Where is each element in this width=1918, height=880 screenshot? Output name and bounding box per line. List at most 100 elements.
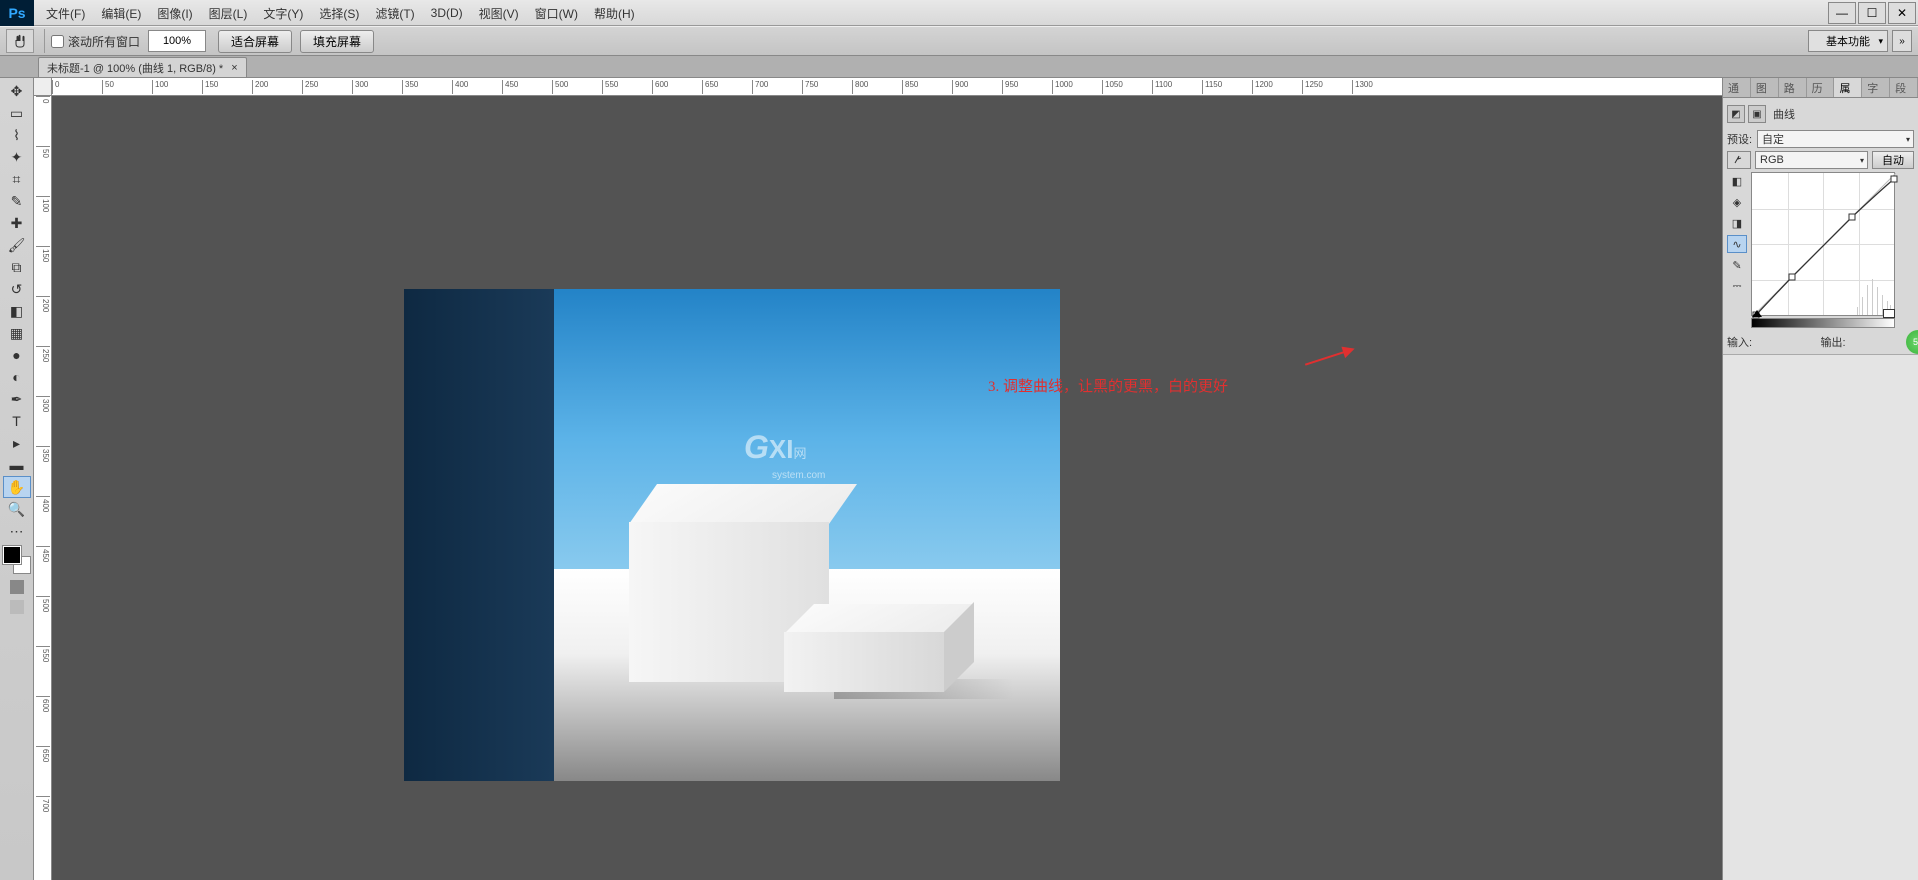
zoom-tool[interactable]: 🔍 [3,498,31,520]
current-tool-icon[interactable] [6,29,34,53]
menu-file[interactable]: 文件(F) [38,5,93,22]
vertical-ruler[interactable]: 0501001502002503003504004505005506006507… [34,96,52,880]
tab-paths[interactable]: 路径 [1779,78,1807,97]
tab-paragraph[interactable]: 段落 [1890,78,1918,97]
annotation-arrow [1305,348,1353,365]
heal-tool[interactable]: ✚ [3,212,31,234]
screenmode-toggle[interactable] [10,600,24,614]
edit-toolbar[interactable]: ⋯ [3,520,31,542]
menu-filter[interactable]: 滤镜(T) [367,5,422,22]
tab-channels[interactable]: 通道 [1723,78,1751,97]
white-slider[interactable] [1884,310,1894,317]
scroll-all-check[interactable] [51,35,64,48]
menu-edit[interactable]: 编辑(E) [93,5,149,22]
menu-select[interactable]: 选择(S) [311,5,367,22]
mask-icon[interactable]: ▣ [1748,105,1766,123]
fit-screen-button[interactable]: 适合屏幕 [218,30,292,53]
menu-image[interactable]: 图像(I) [149,5,200,22]
document-tab[interactable]: 未标题-1 @ 100% (曲线 1, RGB/8) * × [38,57,247,77]
app-logo: Ps [0,0,34,26]
document-canvas[interactable]: GXI网 system.com [404,289,1060,781]
toolbox: ✥ ▭ ⌇ ✦ ⌗ ✎ ✚ 🖌 ⧉ ↺ ◧ ▦ ● ◐ ✒ T ▸ ▬ ✋ 🔍 … [0,78,34,880]
channel-select[interactable]: RGB [1755,151,1868,169]
pen-tool[interactable]: ✒ [3,388,31,410]
menu-type[interactable]: 文字(Y) [255,5,311,22]
zoom-input[interactable] [148,30,206,52]
move-tool[interactable]: ✥ [3,80,31,102]
type-tool[interactable]: T [3,410,31,432]
window-controls: — ☐ ✕ [1828,2,1918,24]
horizontal-ruler[interactable]: 0501001502002503003504004505005506006507… [52,78,1722,96]
tab-properties[interactable]: 属性 [1834,78,1862,97]
history-brush-tool[interactable]: ↺ [3,278,31,300]
ruler-origin[interactable] [34,78,52,96]
canvas-area: 0501001502002503003504004505005506006507… [34,78,1722,880]
color-swatches[interactable] [3,546,31,574]
hand-tool[interactable]: ✋ [3,476,31,498]
input-label: 输入: [1727,334,1821,350]
curve-point-2[interactable] [1849,214,1856,221]
preset-select[interactable]: 自定 [1757,130,1914,148]
black-slider[interactable] [1752,310,1762,317]
adjustment-icon[interactable]: ◩ [1727,105,1745,123]
shape-tool[interactable]: ▬ [3,454,31,476]
tab-layers[interactable]: 图层 [1751,78,1779,97]
eraser-tool[interactable]: ◧ [3,300,31,322]
stamp-tool[interactable]: ⧉ [3,256,31,278]
brush-tool[interactable]: 🖌 [3,234,31,256]
workspace-selector[interactable]: 基本功能 [1808,30,1888,52]
document-tab-title: 未标题-1 @ 100% (曲线 1, RGB/8) * [47,60,223,76]
dodge-tool[interactable]: ◐ [3,366,31,388]
output-label: 输出: [1821,334,1915,350]
on-image-tool-icon[interactable] [1727,151,1751,169]
curve-edit-tool[interactable]: ∿ [1727,235,1747,253]
curve-tools: ◧ ◈ ◨ ∿ ✎ ⎓ [1727,172,1747,316]
crop-tool[interactable]: ⌗ [3,168,31,190]
properties-title: 曲线 [1773,106,1795,122]
gradient-tool[interactable]: ▦ [3,322,31,344]
eyedropper-gray[interactable]: ◈ [1727,193,1747,211]
curve-smooth-tool[interactable]: ⎓ [1727,277,1747,295]
curves-graph[interactable] [1751,172,1895,316]
panel-collapse-button[interactable]: » [1892,30,1912,52]
minimize-button[interactable]: — [1828,2,1856,24]
path-select-tool[interactable]: ▸ [3,432,31,454]
eyedropper-tool[interactable]: ✎ [3,190,31,212]
menu-3d[interactable]: 3D(D) [423,6,471,20]
curve-point-white[interactable] [1891,176,1898,183]
menu-help[interactable]: 帮助(H) [586,5,643,22]
fill-screen-button[interactable]: 填充屏幕 [300,30,374,53]
curve-pencil-tool[interactable]: ✎ [1727,256,1747,274]
small-box [784,619,944,694]
hand-icon [12,33,28,49]
options-bar: 滚动所有窗口 适合屏幕 填充屏幕 基本功能 » [0,26,1918,56]
curve-point-1[interactable] [1789,274,1796,281]
menu-window[interactable]: 窗口(W) [527,5,586,22]
output-gradient[interactable] [1751,318,1895,328]
channel-row: RGB 自动 [1727,151,1914,169]
scene-left-wall [404,289,554,781]
close-button[interactable]: ✕ [1888,2,1916,24]
foreground-color[interactable] [3,546,21,564]
quickmask-toggle[interactable] [10,580,24,594]
right-panels: 通道 图层 路径 历史 属性 字符 段落 ◩ ▣ 曲线 预设: 自定 [1722,78,1918,880]
scroll-all-windows-checkbox[interactable]: 滚动所有窗口 [51,33,140,50]
main-area: ✥ ▭ ⌇ ✦ ⌗ ✎ ✚ 🖌 ⧉ ↺ ◧ ▦ ● ◐ ✒ T ▸ ▬ ✋ 🔍 … [0,78,1918,880]
menu-layer[interactable]: 图层(L) [201,5,256,22]
tab-character[interactable]: 字符 [1862,78,1890,97]
marquee-tool[interactable]: ▭ [3,102,31,124]
scroll-all-label: 滚动所有窗口 [68,33,140,50]
panel-empty-area [1723,354,1918,880]
eyedropper-black[interactable]: ◧ [1727,172,1747,190]
blur-tool[interactable]: ● [3,344,31,366]
eyedropper-white[interactable]: ◨ [1727,214,1747,232]
maximize-button[interactable]: ☐ [1858,2,1886,24]
annotation-text: 3. 调整曲线，让黑的更黑，白的更好 [988,375,1228,396]
document-tab-close[interactable]: × [231,62,237,74]
menu-view[interactable]: 视图(V) [471,5,527,22]
menubar: 文件(F) 编辑(E) 图像(I) 图层(L) 文字(Y) 选择(S) 滤镜(T… [38,0,643,26]
lasso-tool[interactable]: ⌇ [3,124,31,146]
tab-history[interactable]: 历史 [1807,78,1835,97]
wand-tool[interactable]: ✦ [3,146,31,168]
auto-button[interactable]: 自动 [1872,151,1914,169]
